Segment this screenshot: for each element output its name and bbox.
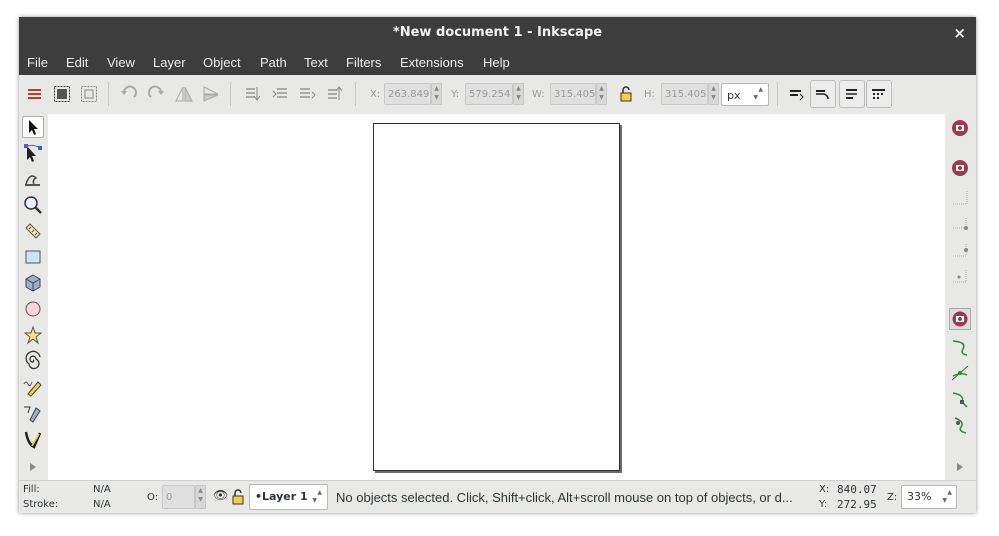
3d-box-icon[interactable]: [22, 272, 44, 294]
h-input[interactable]: 315.405: [661, 83, 708, 105]
select-all-icon[interactable]: [25, 84, 45, 104]
title-bar[interactable]: *New document 1 - Inkscape ×: [19, 17, 976, 50]
transform-patterns-icon[interactable]: [866, 80, 892, 108]
menu-file[interactable]: File: [27, 55, 48, 70]
zoom-spinner: ▲ ▼: [942, 489, 952, 504]
fill-label: Fill:: [23, 484, 40, 495]
menu-filters[interactable]: Filters: [346, 55, 381, 70]
rectangle-icon[interactable]: [22, 246, 44, 268]
opacity-label: O:: [147, 492, 159, 503]
layer-lock-icon[interactable]: [231, 489, 245, 508]
snap-bbox-corners-icon[interactable]: [949, 214, 971, 236]
window-title: *New document 1 - Inkscape: [392, 25, 603, 40]
snap-bbox-centers-icon[interactable]: [949, 266, 971, 288]
deselect-icon[interactable]: [79, 84, 99, 104]
zoom-icon[interactable]: [22, 194, 44, 216]
inkscape-window: *New document 1 - Inkscape × File Edit V…: [19, 17, 976, 513]
menu-object[interactable]: Object: [203, 55, 241, 70]
w-label: W:: [532, 89, 545, 100]
lower-icon[interactable]: [270, 84, 290, 104]
layer-selector[interactable]: •Layer 1 ▲ ▼: [249, 484, 328, 510]
flip-horizontal-icon[interactable]: [174, 84, 194, 104]
zoom-label: Z:: [887, 492, 898, 503]
spiral-icon[interactable]: [22, 350, 44, 372]
selector-icon[interactable]: [22, 116, 44, 138]
snap-bbox-icon[interactable]: [949, 157, 971, 179]
rotate-cw-icon[interactable]: [146, 84, 166, 104]
status-bar: Fill: Stroke: N/A N/A O: 0 ▲ ▼ 👁 •Layer 1…: [19, 480, 976, 513]
snap-bbox-midpoints-icon[interactable]: [949, 240, 971, 262]
unit-value: px: [727, 89, 741, 102]
lock-proportions-icon[interactable]: [616, 84, 636, 104]
calligraphy-icon[interactable]: [22, 428, 44, 450]
x-label: X:: [370, 89, 381, 100]
menu-layer[interactable]: Layer: [153, 55, 186, 70]
menu-edit[interactable]: Edit: [66, 55, 88, 70]
fill-value[interactable]: N/A: [93, 484, 111, 495]
h-spinner[interactable]: ▲ ▼: [708, 83, 719, 105]
zoom-input[interactable]: 33% ▲ ▼: [901, 485, 957, 509]
visibility-toggle-icon[interactable]: 👁: [213, 488, 228, 502]
more-snap-icon[interactable]: [949, 456, 971, 478]
opacity-spinner[interactable]: ▲ ▼: [195, 485, 206, 509]
layer-name: •Layer 1: [255, 490, 308, 503]
transform-gradients-icon[interactable]: [839, 80, 865, 108]
select-all-in-all-layers-icon[interactable]: [52, 84, 72, 104]
menu-extensions[interactable]: Extensions: [400, 55, 464, 70]
snap-paths-icon[interactable]: [949, 336, 971, 358]
menu-help[interactable]: Help: [483, 55, 510, 70]
star-icon[interactable]: [22, 324, 44, 346]
more-tools-icon[interactable]: [22, 456, 44, 478]
snap-smooth-nodes-icon[interactable]: [949, 414, 971, 436]
scale-corners-icon[interactable]: [810, 80, 836, 108]
tweak-icon[interactable]: [22, 168, 44, 190]
cursor-x-label: X:: [819, 484, 830, 495]
stroke-value[interactable]: N/A: [93, 499, 111, 510]
snap-controls-bar: [945, 114, 976, 480]
x-spinner[interactable]: ▲ ▼: [431, 83, 442, 105]
scale-stroke-icon[interactable]: [783, 80, 809, 108]
menu-path[interactable]: Path: [260, 55, 287, 70]
layer-spinner: ▲ ▼: [312, 489, 322, 504]
tool-controls-bar: X: 263.849 ▲ ▼ Y: 579.254 ▲ ▼ W: 315.405 ▲…: [19, 75, 976, 115]
w-spinner[interactable]: ▲ ▼: [596, 83, 607, 105]
snap-bbox-edges-icon[interactable]: [949, 187, 971, 209]
raise-icon[interactable]: [297, 84, 317, 104]
x-input[interactable]: 263.849: [384, 83, 431, 105]
zoom-value: 33%: [907, 490, 932, 503]
lower-to-bottom-icon[interactable]: [243, 84, 263, 104]
cursor-y-label: Y:: [819, 499, 828, 510]
y-spinner[interactable]: ▲ ▼: [513, 83, 524, 105]
snap-nodes-icon[interactable]: [949, 308, 971, 330]
menu-view[interactable]: View: [107, 55, 135, 70]
h-label: H:: [644, 89, 655, 100]
w-input[interactable]: 315.405: [550, 83, 596, 105]
stroke-label: Stroke:: [23, 499, 59, 510]
close-button[interactable]: ×: [953, 24, 966, 42]
snap-intersections-icon[interactable]: [949, 362, 971, 384]
flip-vertical-icon[interactable]: [201, 84, 221, 104]
cursor-x-value: 840.07: [837, 483, 877, 496]
y-label: Y:: [451, 89, 460, 100]
unit-select[interactable]: px ▲ ▼: [721, 83, 769, 106]
pencil-icon[interactable]: [22, 376, 44, 398]
snap-toggle-icon[interactable]: [949, 117, 971, 139]
opacity-input[interactable]: 0: [162, 485, 195, 509]
y-input[interactable]: 579.254: [465, 83, 513, 105]
toolbox: [19, 114, 48, 480]
rotate-ccw-icon[interactable]: [119, 84, 139, 104]
menu-text[interactable]: Text: [304, 55, 328, 70]
menu-bar: File Edit View Layer Object Path Text Fi…: [19, 50, 976, 75]
raise-to-top-icon[interactable]: [325, 84, 345, 104]
canvas[interactable]: [48, 114, 945, 480]
cursor-y-value: 272.95: [837, 498, 877, 511]
status-message: No objects selected. Click, Shift+click,…: [336, 490, 793, 505]
unit-spinner: ▲ ▼: [753, 86, 763, 101]
document-page[interactable]: [373, 123, 620, 471]
pen-icon[interactable]: [22, 402, 44, 424]
node-editor-icon[interactable]: [22, 142, 44, 164]
ellipse-icon[interactable]: [22, 298, 44, 320]
snap-cusp-nodes-icon[interactable]: [949, 388, 971, 410]
measure-icon[interactable]: [22, 220, 44, 242]
